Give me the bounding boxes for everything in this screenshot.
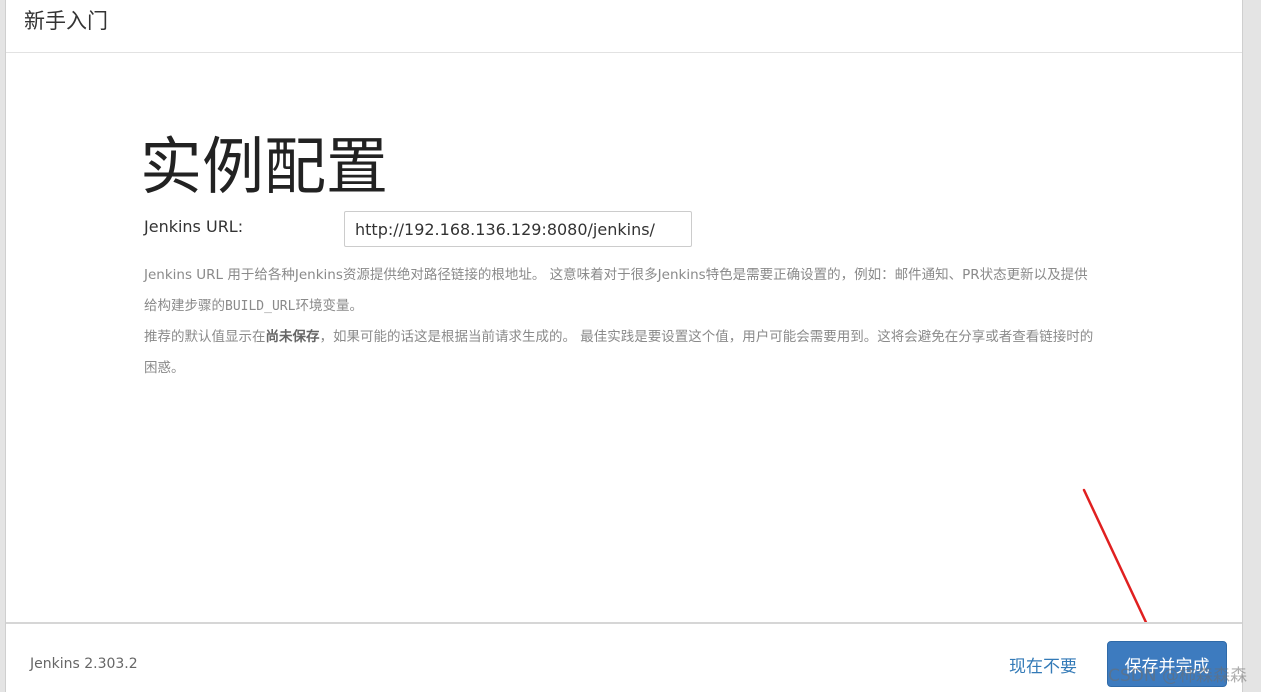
dialog-header: 新手入门 — [6, 0, 1242, 53]
jenkins-url-input[interactable] — [344, 211, 692, 247]
help-paragraph-2: 推荐的默认值显示在尚未保存，如果可能的话这是根据当前请求生成的。 最佳实践是要设… — [144, 322, 1099, 384]
help-paragraph-1: Jenkins URL 用于给各种Jenkins资源提供绝对路径链接的根地址。 … — [144, 260, 1099, 322]
skip-for-now-link[interactable]: 现在不要 — [1009, 652, 1077, 677]
dialog-title: 新手入门 — [24, 9, 108, 33]
build-url-code: BUILD_URL — [225, 299, 296, 314]
setup-dialog: 新手入门 实例配置 Jenkins URL: Jenkins URL 用于给各种… — [5, 0, 1243, 692]
page-title: 实例配置 — [140, 130, 389, 203]
dialog-footer: Jenkins 2.303.2 现在不要 保存并完成 — [6, 622, 1242, 692]
help-text-2a: 推荐的默认值显示在 — [144, 329, 266, 345]
version-label: Jenkins 2.303.2 — [30, 656, 138, 672]
dialog-content: 实例配置 Jenkins URL: Jenkins URL 用于给各种Jenki… — [6, 53, 1242, 662]
jenkins-url-label: Jenkins URL: — [144, 217, 244, 236]
not-saved-bold: 尚未保存 — [265, 329, 320, 345]
help-text-1b: 环境变量。 — [295, 298, 363, 314]
help-text: Jenkins URL 用于给各种Jenkins资源提供绝对路径链接的根地址。 … — [144, 260, 1099, 384]
save-and-finish-button[interactable]: 保存并完成 — [1107, 641, 1227, 687]
